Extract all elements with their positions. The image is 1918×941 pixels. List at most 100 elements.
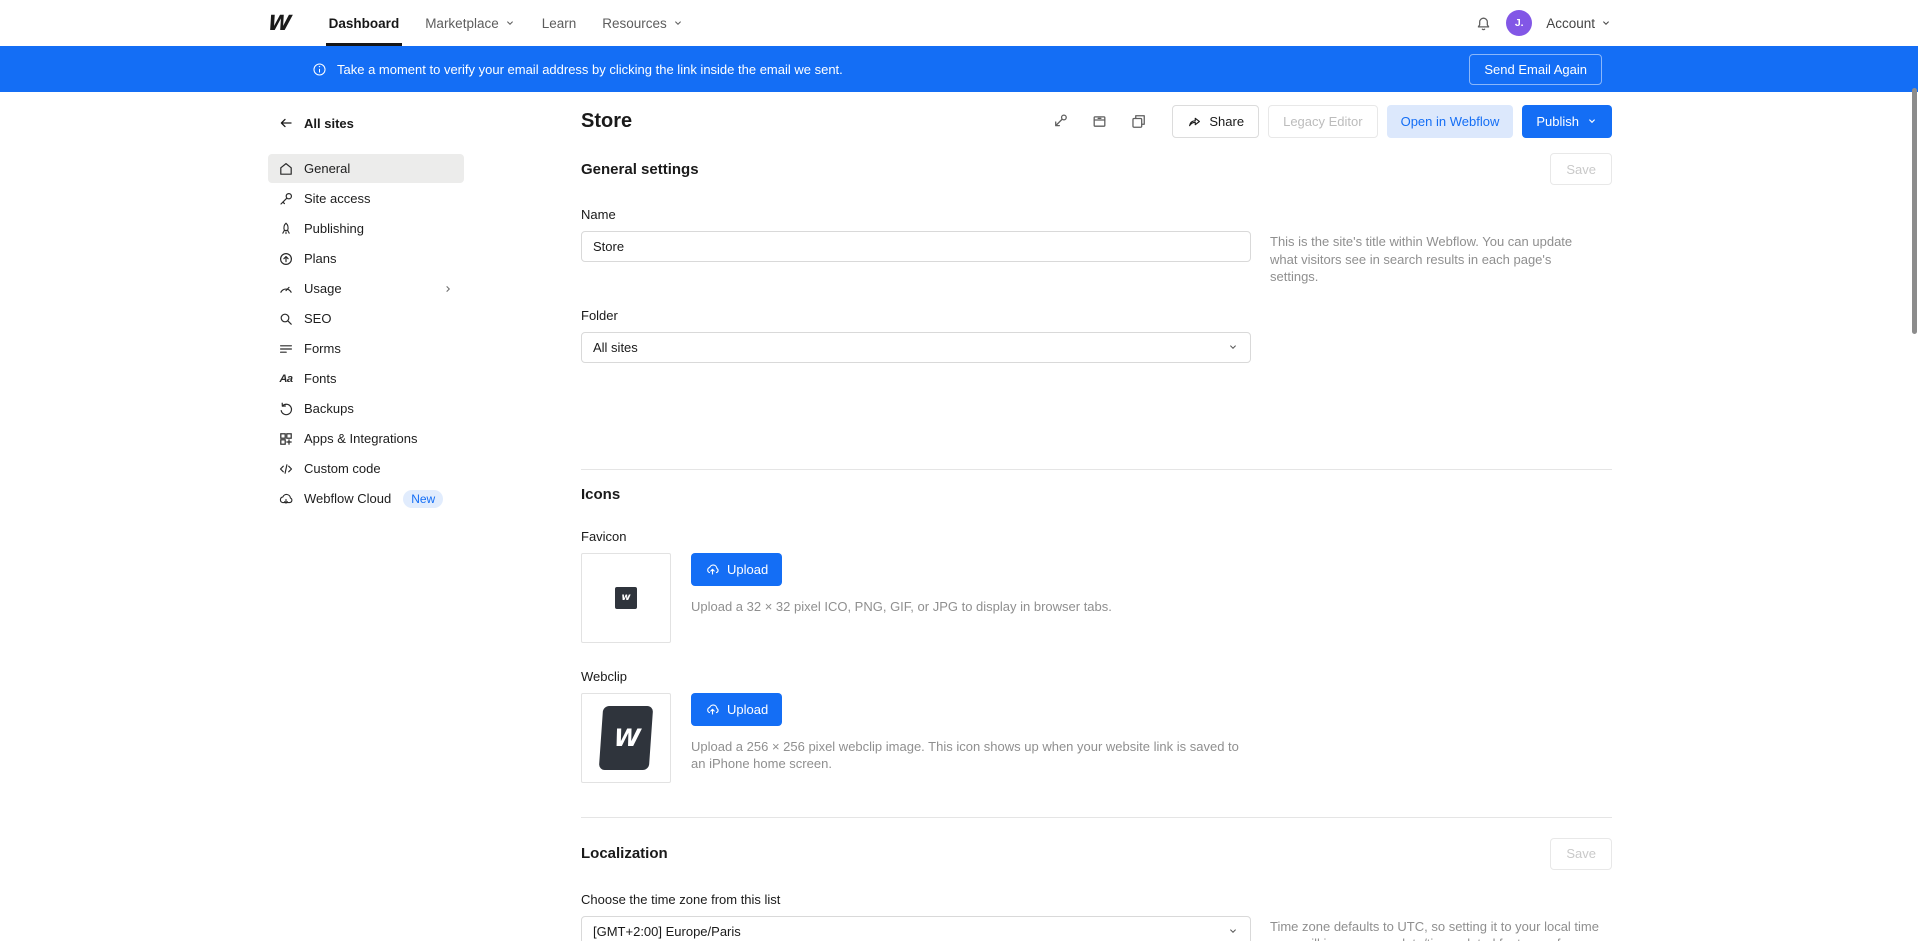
- webclip-help-text: Upload a 256 × 256 pixel webclip image. …: [691, 738, 1251, 773]
- timezone-label: Choose the time zone from this list: [581, 892, 1612, 907]
- chevron-down-icon: [504, 17, 516, 29]
- share-button[interactable]: Share: [1172, 105, 1259, 138]
- grid-plus-icon: [278, 431, 294, 447]
- folder-select[interactable]: All sites: [581, 332, 1251, 363]
- duplicate-icon[interactable]: [1130, 113, 1147, 130]
- sidebar-item-label: Usage: [304, 281, 342, 296]
- sidebar-item-label: Fonts: [304, 371, 337, 386]
- sidebar-item-usage[interactable]: Usage: [268, 274, 464, 303]
- sidebar-item-label: Custom code: [304, 461, 381, 476]
- save-button-localization[interactable]: Save: [1550, 838, 1612, 870]
- publish-label: Publish: [1536, 114, 1579, 129]
- sidebar-item-publishing[interactable]: Publishing: [268, 214, 464, 243]
- share-label: Share: [1209, 114, 1244, 129]
- chevron-down-icon: [1227, 341, 1239, 353]
- icons-section-title: Icons: [581, 486, 1612, 503]
- sidebar-item-label: Backups: [304, 401, 354, 416]
- nav-item-dashboard[interactable]: Dashboard: [316, 0, 413, 46]
- sidebar-item-apps-integrations[interactable]: Apps & Integrations: [268, 424, 464, 453]
- info-icon: [312, 62, 327, 77]
- gauge-icon: [278, 281, 294, 297]
- email-verify-banner: Take a moment to verify your email addre…: [0, 46, 1918, 92]
- webclip-preview: W: [581, 693, 671, 783]
- nav-item-label: Marketplace: [425, 16, 499, 31]
- scrollbar-thumb[interactable]: [1912, 88, 1917, 334]
- page-title: Store: [581, 110, 632, 133]
- legacy-editor-button[interactable]: Legacy Editor: [1268, 105, 1378, 138]
- open-in-webflow-button[interactable]: Open in Webflow: [1387, 105, 1514, 138]
- account-menu[interactable]: Account: [1546, 16, 1612, 31]
- nav-item-learn[interactable]: Learn: [529, 0, 590, 46]
- sidebar-item-backups[interactable]: Backups: [268, 394, 464, 423]
- new-badge: New: [403, 490, 443, 508]
- localization-title: Localization: [581, 845, 668, 862]
- lines-icon: [278, 341, 294, 357]
- chevron-down-icon: [1600, 17, 1612, 29]
- history-icon: [278, 401, 294, 417]
- settings-sidebar: All sites General Site access Publishing: [268, 92, 464, 941]
- archive-icon[interactable]: [1091, 113, 1108, 130]
- upload-label: Upload: [727, 562, 768, 577]
- timezone-select-value: [GMT+2:00] Europe/Paris: [593, 924, 741, 939]
- site-name-input[interactable]: [581, 231, 1251, 262]
- name-help-text: This is the site's title within Webflow.…: [1270, 231, 1600, 286]
- sidebar-item-webflow-cloud[interactable]: Webflow Cloud New: [268, 484, 464, 513]
- code-icon: [278, 461, 294, 477]
- back-arrow-icon: [278, 115, 294, 131]
- send-email-again-button[interactable]: Send Email Again: [1469, 54, 1602, 85]
- banner-message: Take a moment to verify your email addre…: [337, 62, 843, 77]
- chevron-down-icon: [1586, 115, 1598, 127]
- home-icon: [278, 161, 294, 177]
- sidebar-item-label: Webflow Cloud: [304, 491, 391, 506]
- webclip-upload-button[interactable]: Upload: [691, 693, 782, 726]
- sidebar-item-forms[interactable]: Forms: [268, 334, 464, 363]
- transfer-icon[interactable]: [1052, 113, 1069, 130]
- content: All sites General Site access Publishing: [268, 92, 1612, 941]
- sidebar-item-label: Apps & Integrations: [304, 431, 417, 446]
- upload-cloud-icon: [705, 562, 720, 577]
- sidebar-item-label: General: [304, 161, 350, 176]
- sidebar-item-label: Publishing: [304, 221, 364, 236]
- sidebar-item-general[interactable]: General: [268, 154, 464, 183]
- upload-cloud-icon: [705, 702, 720, 717]
- sidebar-item-custom-code[interactable]: Custom code: [268, 454, 464, 483]
- sidebar-item-seo[interactable]: SEO: [268, 304, 464, 333]
- nav-item-resources[interactable]: Resources: [589, 0, 697, 46]
- webflow-logo[interactable]: W: [267, 11, 291, 35]
- main-panel: Store Share: [581, 92, 1612, 941]
- sidebar-item-plans[interactable]: Plans: [268, 244, 464, 273]
- search-icon: [278, 311, 294, 327]
- folder-label: Folder: [581, 308, 1612, 323]
- bell-icon[interactable]: [1475, 15, 1492, 32]
- save-button-general[interactable]: Save: [1550, 153, 1612, 185]
- circle-up-arrow-icon: [278, 251, 294, 267]
- divider: [581, 469, 1612, 470]
- name-label: Name: [581, 207, 1612, 222]
- nav-item-label: Learn: [542, 16, 577, 31]
- sidebar-item-label: SEO: [304, 311, 331, 326]
- sidebar-item-fonts[interactable]: Aa Fonts: [268, 364, 464, 393]
- webclip-label: Webclip: [581, 669, 1612, 684]
- sidebar-item-site-access[interactable]: Site access: [268, 184, 464, 213]
- sidebar-item-label: Forms: [304, 341, 341, 356]
- timezone-help-text: Time zone defaults to UTC, so setting it…: [1270, 916, 1600, 941]
- nav-item-label: Resources: [602, 16, 667, 31]
- nav-menu: Dashboard Marketplace Learn Resources: [316, 0, 697, 46]
- chevron-right-icon: [442, 283, 454, 295]
- folder-select-value: All sites: [593, 340, 638, 355]
- nav-item-marketplace[interactable]: Marketplace: [412, 0, 529, 46]
- favicon-image: w: [615, 587, 637, 609]
- chevron-down-icon: [672, 17, 684, 29]
- fonts-aa-icon: Aa: [278, 371, 294, 387]
- account-label: Account: [1546, 16, 1595, 31]
- avatar[interactable]: J.: [1506, 10, 1532, 36]
- publish-button[interactable]: Publish: [1522, 105, 1612, 138]
- upload-label: Upload: [727, 702, 768, 717]
- timezone-select[interactable]: [GMT+2:00] Europe/Paris: [581, 916, 1251, 941]
- cloud-icon: [278, 491, 294, 507]
- rocket-icon: [278, 221, 294, 237]
- key-icon: [278, 191, 294, 207]
- back-to-all-sites[interactable]: All sites: [268, 109, 464, 137]
- favicon-upload-button[interactable]: Upload: [691, 553, 782, 586]
- back-label: All sites: [304, 116, 354, 131]
